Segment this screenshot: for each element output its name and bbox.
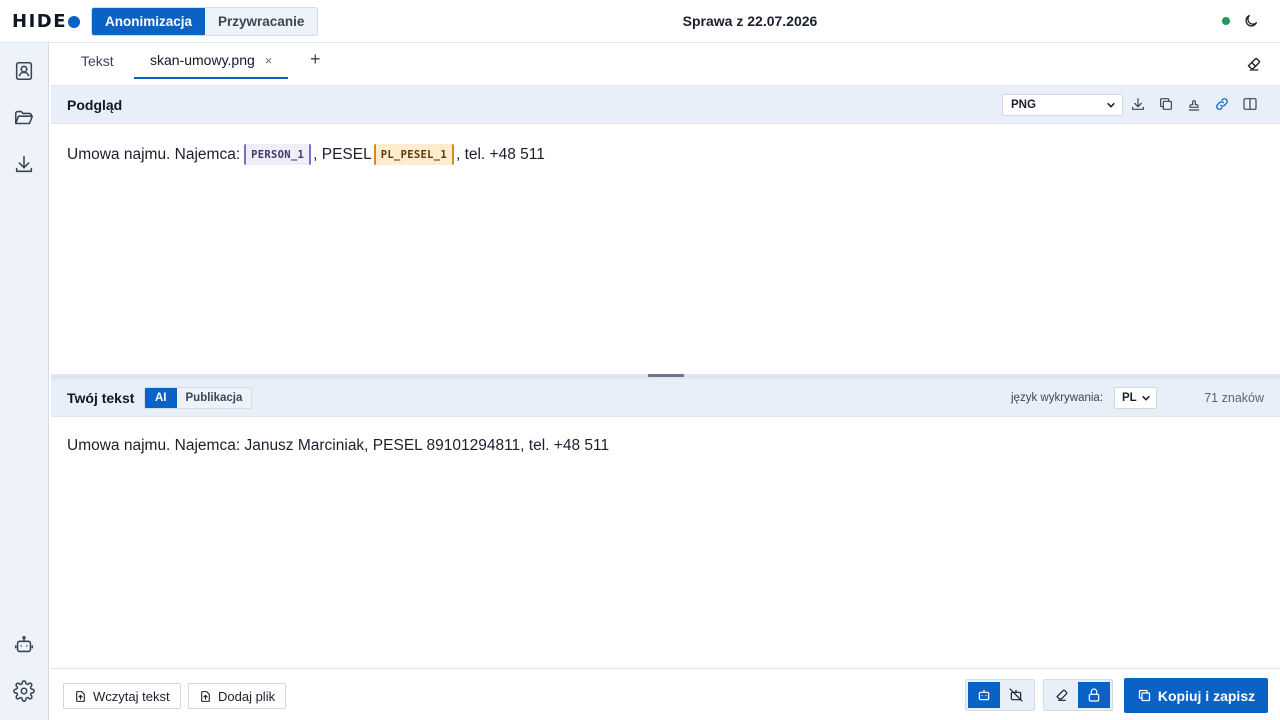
lock-icon (1088, 688, 1100, 702)
copy-icon (1138, 689, 1150, 702)
robot-icon (978, 689, 990, 701)
eraser-icon[interactable] (1245, 55, 1263, 73)
preview-content: Umowa najmu. Najemca: PERSON_1 , PESEL P… (51, 124, 1280, 374)
preview-line: Umowa najmu. Najemca: PERSON_1 , PESEL P… (67, 144, 1264, 165)
logo-text: HIDE (12, 10, 67, 32)
moon-icon[interactable] (1243, 13, 1259, 29)
sidebar (0, 43, 49, 720)
preview-text: , tel. +48 511 (455, 145, 545, 163)
splitter-handle[interactable] (648, 374, 684, 377)
gear-icon[interactable] (13, 680, 35, 702)
mode-switch: Anonimizacja Przywracanie (91, 7, 319, 36)
contact-book-icon[interactable] (13, 60, 35, 82)
format-select[interactable]: PNG (1002, 94, 1123, 116)
input-header: Twój tekst AI Publikacja język wykrywani… (51, 378, 1280, 417)
chevron-down-icon (1142, 395, 1150, 401)
close-icon[interactable]: × (265, 53, 273, 68)
ai-on-button[interactable] (968, 682, 1000, 708)
tab-label: Tekst (81, 53, 114, 69)
top-bar: HIDE Anonimizacja Przywracanie Sprawa z … (0, 0, 1280, 43)
stamp-icon[interactable] (1186, 96, 1202, 112)
mode-restore-button[interactable]: Przywracanie (205, 8, 317, 35)
link-icon[interactable] (1214, 96, 1230, 112)
robot-icon[interactable] (13, 634, 35, 656)
copy-and-save-button[interactable]: Kopiuj i zapisz (1124, 678, 1268, 713)
app-logo[interactable]: HIDE (12, 10, 80, 32)
format-value: PNG (1011, 99, 1036, 111)
tab-bar: Tekst skan-umowy.png × + (51, 43, 1280, 85)
input-mode-switch: AI Publikacja (144, 387, 253, 409)
add-file-label: Dodaj plik (218, 688, 276, 704)
folder-open-icon[interactable] (13, 107, 35, 129)
connection-status-dot (1222, 17, 1230, 25)
chevron-down-icon (1107, 102, 1115, 108)
language-select[interactable]: PL (1114, 387, 1157, 409)
robot-off-icon (1009, 688, 1023, 702)
ai-toggle-group (965, 679, 1035, 711)
input-text: Umowa najmu. Najemca: Janusz Marciniak, … (67, 437, 610, 454)
case-title: Sprawa z 22.07.2026 (682, 13, 818, 29)
copy-icon[interactable] (1158, 96, 1174, 112)
download-icon[interactable] (1130, 96, 1146, 112)
load-text-button[interactable]: Wczytaj tekst (63, 683, 181, 709)
ai-off-button[interactable] (1000, 682, 1032, 708)
mode-toggle-group (1043, 679, 1113, 711)
preview-text: , PESEL (313, 145, 372, 163)
load-text-label: Wczytaj tekst (93, 688, 170, 704)
eraser-icon (1056, 689, 1068, 701)
mode-ai-button[interactable]: AI (145, 388, 177, 408)
logo-dot (68, 15, 80, 28)
lock-mode-button[interactable] (1078, 682, 1110, 708)
add-tab-button[interactable]: + (310, 49, 321, 70)
preview-title: Podgląd (67, 97, 123, 113)
erase-mode-button[interactable] (1046, 682, 1078, 708)
add-file-button[interactable]: Dodaj plik (188, 683, 287, 709)
bottom-bar: Wczytaj tekst Dodaj plik Kopiuj i zapisz (51, 668, 1280, 720)
file-add-icon (201, 690, 210, 702)
pesel-token[interactable]: PL_PESEL_1 (373, 144, 454, 165)
preview-text: Umowa najmu. Najemca: (67, 145, 241, 163)
language-value: PL (1122, 392, 1137, 404)
char-count: 71 znaków (1204, 391, 1264, 405)
input-textarea[interactable]: Umowa najmu. Najemca: Janusz Marciniak, … (51, 417, 1280, 667)
language-label: język wykrywania: (1011, 392, 1104, 404)
copy-and-save-label: Kopiuj i zapisz (1157, 687, 1256, 704)
split-view-icon[interactable] (1242, 96, 1258, 112)
tab-scan-file[interactable]: skan-umowy.png × (134, 43, 289, 79)
tab-text[interactable]: Tekst (81, 43, 114, 79)
download-icon[interactable] (13, 153, 35, 175)
tab-label: skan-umowy.png (150, 52, 255, 68)
preview-header: Podgląd PNG (51, 85, 1280, 124)
input-title: Twój tekst (67, 390, 135, 406)
person-token[interactable]: PERSON_1 (244, 144, 312, 165)
mode-anonymize-button[interactable]: Anonimizacja (92, 8, 206, 35)
mode-publication-button[interactable]: Publikacja (177, 388, 252, 408)
file-upload-icon (76, 690, 85, 702)
